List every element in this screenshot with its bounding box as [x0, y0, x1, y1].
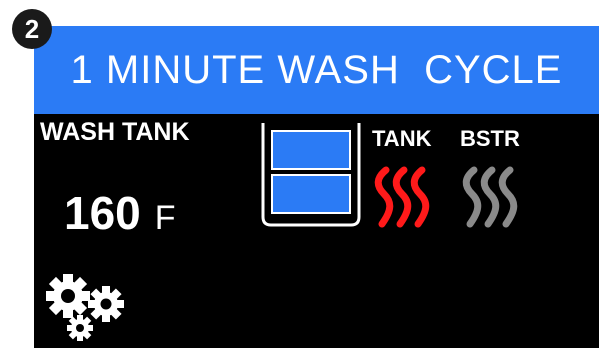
step-badge: 2 — [12, 9, 52, 49]
gears-icon[interactable] — [44, 272, 130, 342]
tank-level-icon — [261, 123, 361, 227]
wash-tank-label: WASH TANK — [40, 118, 190, 146]
booster-heater-label: BSTR — [460, 126, 520, 151]
wash-tank-temperature: 160 F — [64, 186, 176, 240]
temperature-value: 160 — [64, 187, 141, 239]
temperature-unit: F — [154, 199, 176, 237]
tank-heater-icon — [374, 166, 430, 228]
control-screen: 1 MINUTE WASH CYCLE WASH TANK 160 F TANK … — [34, 26, 599, 348]
tank-level-segment-upper — [271, 130, 351, 170]
tank-level-segment-lower — [271, 174, 351, 214]
tank-heater-label: TANK — [372, 126, 432, 151]
title-bar: 1 MINUTE WASH CYCLE — [34, 26, 599, 114]
cycle-title: 1 MINUTE WASH CYCLE — [70, 47, 563, 92]
booster-heater-icon — [462, 166, 518, 228]
